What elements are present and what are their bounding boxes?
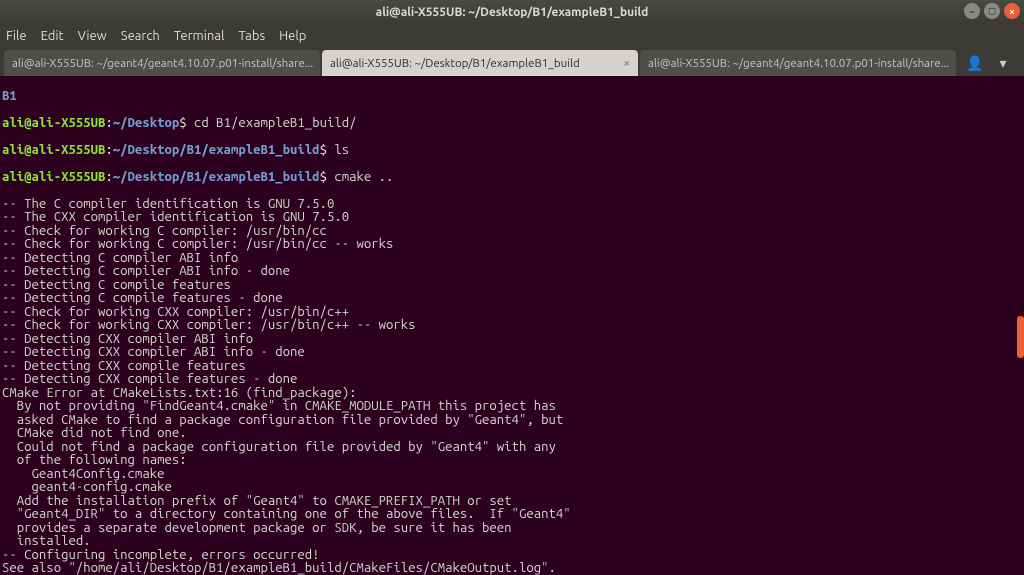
output-text: B1 xyxy=(2,89,17,103)
output-text: -- Check for working CXX compiler: /usr/… xyxy=(2,319,1022,333)
prompt-path: ~/Desktop/B1/exampleB1_build xyxy=(113,170,320,184)
output-text: -- Configuring incomplete, errors occurr… xyxy=(2,549,1022,563)
close-icon[interactable]: × xyxy=(1004,3,1020,19)
tab-close-icon[interactable]: × xyxy=(619,57,630,70)
output-text: -- Check for working C compiler: /usr/bi… xyxy=(2,225,1022,239)
output-text: CMake Error at CMakeLists.txt:16 (find_p… xyxy=(2,387,1022,401)
prompt-path: ~/Desktop xyxy=(113,116,179,130)
output-text: -- The C compiler identification is GNU … xyxy=(2,198,1022,212)
menu-help[interactable]: Help xyxy=(279,29,306,43)
tab-close-icon[interactable]: × xyxy=(319,57,320,70)
prompt-colon: : xyxy=(105,116,112,130)
output-text: -- Detecting C compile features - done xyxy=(2,292,1022,306)
output-text: -- Check for working CXX compiler: /usr/… xyxy=(2,306,1022,320)
output-text: of the following names: xyxy=(2,454,1022,468)
output-text: See also "/home/ali/Desktop/B1/exampleB1… xyxy=(2,562,1022,575)
prompt-userhost: ali@ali-X555UB xyxy=(2,143,105,157)
prompt-dollar: $ xyxy=(320,170,335,184)
command-text: cd B1/exampleB1_build/ xyxy=(194,116,356,130)
output-text: -- Check for working C compiler: /usr/bi… xyxy=(2,238,1022,252)
output-text: -- Detecting CXX compile features - done xyxy=(2,373,1022,387)
menu-bar: File Edit View Search Terminal Tabs Help xyxy=(0,24,1024,48)
output-text: By not providing "FindGeant4.cmake" in C… xyxy=(2,400,1022,414)
output-text: -- Detecting C compiler ABI info xyxy=(2,252,1022,266)
output-text: asked CMake to find a package configurat… xyxy=(2,414,1022,428)
prompt-dollar: $ xyxy=(179,116,194,130)
tab-close-icon[interactable]: × xyxy=(955,57,956,70)
prompt-userhost: ali@ali-X555UB xyxy=(2,170,105,184)
tab-label: ali@ali-X555UB: ~/geant4/geant4.10.07.p0… xyxy=(12,57,313,70)
menu-file[interactable]: File xyxy=(6,29,27,43)
prompt-colon: : xyxy=(105,143,112,157)
output-text: CMake did not find one. xyxy=(2,427,1022,441)
prompt-colon: : xyxy=(105,170,112,184)
command-text: cmake .. xyxy=(334,170,393,184)
tab-menu-icon[interactable]: ▾ xyxy=(992,52,1014,74)
terminal-output[interactable]: B1 ali@ali-X555UB:~/Desktop$ cd B1/examp… xyxy=(0,76,1024,575)
tab-bar: ali@ali-X555UB: ~/geant4/geant4.10.07.p0… xyxy=(0,48,1024,76)
command-text: ls xyxy=(334,143,349,157)
output-text: Could not find a package configuration f… xyxy=(2,441,1022,455)
menu-tabs[interactable]: Tabs xyxy=(238,29,265,43)
output-text: geant4-config.cmake xyxy=(2,481,1022,495)
output-text: -- Detecting CXX compiler ABI info - don… xyxy=(2,346,1022,360)
output-text: "Geant4_DIR" to a directory containing o… xyxy=(2,508,1022,522)
prompt-path: ~/Desktop/B1/exampleB1_build xyxy=(113,143,320,157)
minimize-icon[interactable]: – xyxy=(964,3,980,19)
output-text: -- Detecting C compile features xyxy=(2,279,1022,293)
output-text: -- The CXX compiler identification is GN… xyxy=(2,211,1022,225)
menu-search[interactable]: Search xyxy=(121,29,160,43)
prompt-userhost: ali@ali-X555UB xyxy=(2,116,105,130)
output-text: -- Detecting C compiler ABI info - done xyxy=(2,265,1022,279)
window-title: ali@ali-X555UB: ~/Desktop/B1/exampleB1_b… xyxy=(376,6,649,19)
output-text: -- Detecting CXX compiler ABI info xyxy=(2,333,1022,347)
output-text: provides a separate development package … xyxy=(2,522,1022,536)
tab-2[interactable]: ali@ali-X555UB: ~/Desktop/B1/exampleB1_b… xyxy=(322,50,638,76)
tab-label: ali@ali-X555UB: ~/Desktop/B1/exampleB1_b… xyxy=(330,57,580,70)
output-text: -- Detecting CXX compile features xyxy=(2,360,1022,374)
menu-view[interactable]: View xyxy=(78,29,107,43)
output-text: Geant4Config.cmake xyxy=(2,468,1022,482)
tab-label: ali@ali-X555UB: ~/geant4/geant4.10.07.p0… xyxy=(648,57,949,70)
window-titlebar: ali@ali-X555UB: ~/Desktop/B1/exampleB1_b… xyxy=(0,0,1024,24)
window-controls: – ◻ × xyxy=(964,3,1020,19)
new-tab-icon[interactable]: 👤 xyxy=(964,52,986,74)
scrollbar-thumb[interactable] xyxy=(1017,316,1024,358)
tab-1[interactable]: ali@ali-X555UB: ~/geant4/geant4.10.07.p0… xyxy=(4,50,320,76)
menu-terminal[interactable]: Terminal xyxy=(174,29,225,43)
prompt-dollar: $ xyxy=(320,143,335,157)
output-text: Add the installation prefix of "Geant4" … xyxy=(2,495,1022,509)
maximize-icon[interactable]: ◻ xyxy=(984,3,1000,19)
output-text: installed. xyxy=(2,535,1022,549)
tab-tools: 👤 ▾ xyxy=(958,52,1020,76)
tab-3[interactable]: ali@ali-X555UB: ~/geant4/geant4.10.07.p0… xyxy=(640,50,956,76)
menu-edit[interactable]: Edit xyxy=(41,29,64,43)
